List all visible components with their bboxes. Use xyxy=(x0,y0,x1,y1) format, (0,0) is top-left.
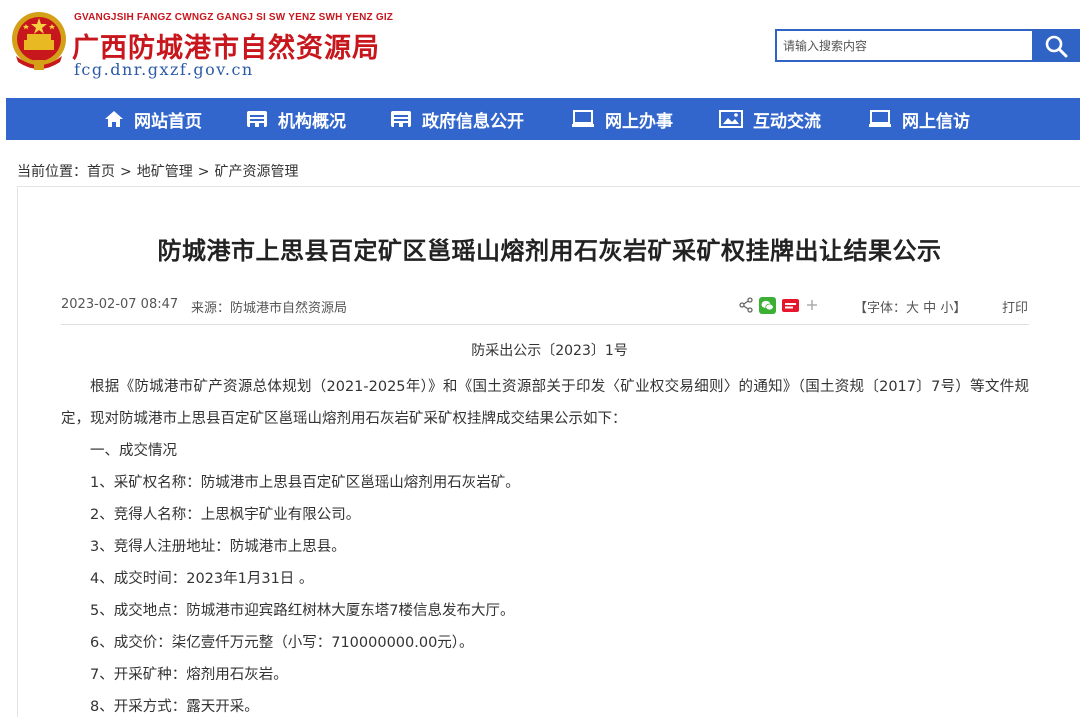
list-item: 3、竞得人注册地址：防城港市上思县。 xyxy=(90,539,346,555)
breadcrumb-separator: > xyxy=(197,164,210,180)
article-container: 防城港市上思县百定矿区邕瑶山熔剂用石灰岩矿采矿权挂牌出让结果公示 2023-02… xyxy=(17,186,1080,717)
list-item: 4、成交时间：2023年1月31日 。 xyxy=(90,571,314,587)
weibo-icon[interactable] xyxy=(782,297,799,314)
font-large-button[interactable]: 大 xyxy=(906,301,919,316)
image-icon xyxy=(719,110,743,128)
font-medium-button[interactable]: 中 xyxy=(923,301,936,316)
breadcrumb-mining[interactable]: 地矿管理 xyxy=(137,164,193,180)
article-meta: 2023-02-07 08:47 来源：防城港市自然资源局 【字体：大 中 小】… xyxy=(61,295,1029,317)
main-nav: 网站首页 机构概况 政府信息公开 网上办事 互动交流 网上信访 xyxy=(6,98,1080,140)
nav-item-label: 网上办事 xyxy=(605,111,673,132)
nav-item-info[interactable]: 政府信息公开 xyxy=(390,98,524,140)
nav-item-home[interactable]: 网站首页 xyxy=(104,98,202,140)
article-title: 防城港市上思县百定矿区邕瑶山熔剂用石灰岩矿采矿权挂牌出让结果公示 xyxy=(157,237,942,265)
list-item: 2、竞得人名称：上思枫宇矿业有限公司。 xyxy=(90,507,361,523)
nav-item-label: 政府信息公开 xyxy=(422,111,524,132)
laptop-icon xyxy=(572,110,594,127)
publish-date: 2023-02-07 08:47 xyxy=(61,297,179,312)
org-icon xyxy=(247,111,267,127)
share-icon[interactable] xyxy=(739,297,753,313)
section-heading: 一、成交情况 xyxy=(90,443,177,459)
list-item: 5、成交地点：防城港市迎宾路红树林大厦东塔7楼信息发布大厅。 xyxy=(90,603,515,619)
article-source: 来源：防城港市自然资源局 xyxy=(191,301,348,316)
meta-divider xyxy=(61,324,1029,325)
breadcrumb-home[interactable]: 首页 xyxy=(87,164,115,180)
nav-item-interaction[interactable]: 互动交流 xyxy=(719,98,821,140)
nav-item-label: 互动交流 xyxy=(753,111,821,132)
font-control-close: 】 xyxy=(953,301,967,316)
wechat-icon[interactable] xyxy=(759,296,776,314)
nav-item-label: 机构概况 xyxy=(278,111,346,132)
font-control-open: 【字体： xyxy=(854,301,907,316)
nav-item-org[interactable]: 机构概况 xyxy=(246,98,346,140)
info-icon xyxy=(391,111,411,127)
list-item: 1、采矿权名称：防城港市上思县百定矿区邕瑶山熔剂用石灰岩矿。 xyxy=(90,475,520,491)
breadcrumb-prefix: 当前位置： xyxy=(17,164,87,180)
search-input[interactable] xyxy=(775,29,1033,62)
breadcrumb-separator: > xyxy=(120,164,132,180)
nav-item-label: 网站首页 xyxy=(134,111,202,132)
article-body: 根据《防城港市矿产资源总体规划（2021-2025年）》和《国土资源部关于印发〈… xyxy=(61,371,1029,717)
breadcrumb: 当前位置：首页 > 地矿管理 > 矿产资源管理 xyxy=(17,161,298,181)
home-icon xyxy=(105,111,123,127)
site-name-english: GVANGJSIH FANGZ CWNGZ GANGJ SI SW YENZ S… xyxy=(74,12,394,23)
document-number: 防采出公示〔2023〕1号 xyxy=(471,343,628,359)
plus-icon[interactable] xyxy=(805,298,819,312)
print-button[interactable]: 打印 xyxy=(1002,297,1028,316)
breadcrumb-mineral-resources[interactable]: 矿产资源管理 xyxy=(214,164,298,180)
list-item: 6、成交价：柒亿壹仟万元整（小写：710000000.00元）。 xyxy=(90,635,474,651)
nav-item-petition[interactable]: 网上信访 xyxy=(868,98,970,140)
list-item: 7、开采矿种：熔剂用石灰岩。 xyxy=(90,667,288,683)
list-item: 8、开采方式：露天开采。 xyxy=(90,699,259,715)
nav-item-label: 网上信访 xyxy=(902,111,970,132)
nav-item-online-service[interactable]: 网上办事 xyxy=(571,98,673,140)
national-emblem-icon[interactable] xyxy=(10,10,68,72)
intro-paragraph: 根据《防城港市矿产资源总体规划（2021-2025年）》和《国土资源部关于印发〈… xyxy=(61,379,1029,427)
font-small-button[interactable]: 小 xyxy=(940,301,953,316)
search-icon xyxy=(1045,35,1068,57)
font-size-control: 【字体：大 中 小】 xyxy=(854,297,966,316)
site-url: fcg.dnr.gxzf.gov.cn xyxy=(74,60,254,79)
laptop-icon xyxy=(869,110,891,127)
search-button[interactable] xyxy=(1032,29,1080,62)
site-header: GVANGJSIH FANGZ CWNGZ GANGJ SI SW YENZ S… xyxy=(0,0,1080,96)
share-bar xyxy=(739,295,819,315)
search-box xyxy=(775,29,1080,62)
